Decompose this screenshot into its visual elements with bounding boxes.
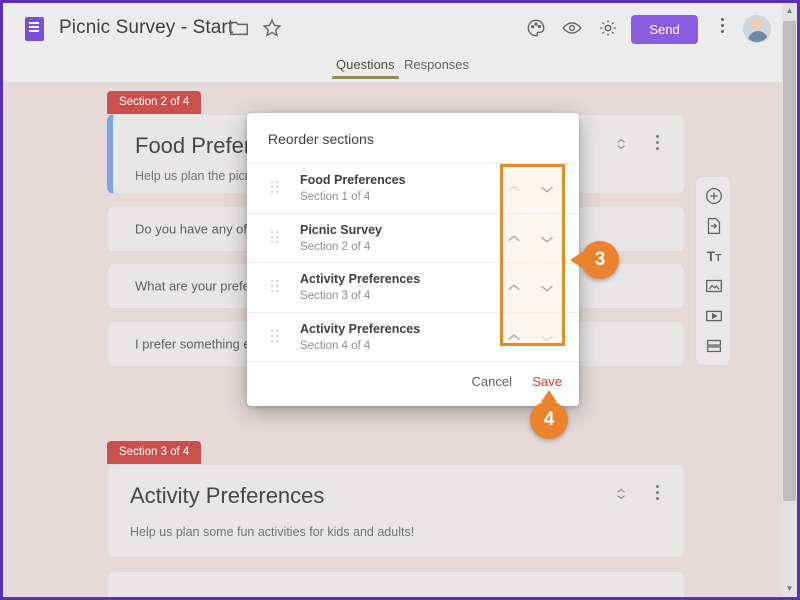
- add-title-icon[interactable]: TT: [703, 245, 725, 267]
- save-button[interactable]: Save: [532, 374, 562, 389]
- move-up-button[interactable]: [503, 228, 525, 250]
- reorder-row-sub: Section 4 of 4: [300, 339, 371, 352]
- star-icon[interactable]: [261, 17, 283, 39]
- question-text: I prefer something e: [135, 336, 251, 352]
- move-down-button[interactable]: [536, 178, 558, 200]
- question-card-partial[interactable]: [107, 571, 685, 597]
- settings-gear-icon[interactable]: [597, 17, 619, 39]
- scrollbar-thumb[interactable]: [783, 21, 796, 501]
- document-title[interactable]: Picnic Survey - Start: [59, 17, 233, 39]
- drag-handle-icon[interactable]: [271, 230, 278, 245]
- reorder-row[interactable]: Food Preferences Section 1 of 4: [247, 163, 579, 213]
- move-down-button[interactable]: [536, 277, 558, 299]
- reorder-row-name: Food Preferences: [300, 173, 406, 187]
- question-text: Do you have any of t: [135, 221, 255, 237]
- section-menu-icon[interactable]: [650, 485, 664, 503]
- section3-card[interactable]: Activity Preferences Help us plan some f…: [107, 464, 685, 558]
- reorder-row[interactable]: Activity Preferences Section 3 of 4: [247, 262, 579, 312]
- collapse-icon[interactable]: [614, 136, 628, 152]
- move-down-button[interactable]: [536, 228, 558, 250]
- dialog-title: Reorder sections: [268, 131, 374, 147]
- add-question-icon[interactable]: [703, 185, 725, 207]
- reorder-list: Food Preferences Section 1 of 4 Picnic S…: [247, 163, 579, 361]
- forms-logo-icon: [25, 17, 44, 41]
- cancel-button[interactable]: Cancel: [472, 374, 512, 389]
- reorder-row[interactable]: Activity Preferences Section 4 of 4: [247, 311, 579, 362]
- drag-handle-icon[interactable]: [271, 329, 278, 344]
- send-button[interactable]: Send: [631, 15, 698, 44]
- move-up-button[interactable]: [503, 327, 525, 349]
- section-menu-icon[interactable]: [650, 135, 664, 153]
- collapse-icon[interactable]: [614, 486, 628, 502]
- move-up-button[interactable]: [503, 178, 525, 200]
- dialog-actions: Cancel Save: [247, 361, 579, 406]
- app-header: Picnic Survey - Start Send: [3, 3, 782, 53]
- move-down-button[interactable]: [536, 327, 558, 349]
- callout-step-3: 3: [570, 241, 619, 279]
- add-video-icon[interactable]: [703, 305, 725, 327]
- reorder-row-name: Activity Preferences: [300, 272, 421, 286]
- add-item-toolbar: TT: [695, 176, 731, 366]
- add-section-icon[interactable]: [703, 335, 725, 357]
- reorder-sections-dialog: Reorder sections Food Preferences Sectio…: [247, 113, 579, 406]
- move-up-button[interactable]: [503, 277, 525, 299]
- section3-title: Activity Preferences: [130, 483, 325, 508]
- callout-step-4: 4: [530, 390, 568, 439]
- drag-handle-icon[interactable]: [271, 280, 278, 294]
- account-avatar[interactable]: [743, 15, 771, 43]
- more-vert-icon[interactable]: [715, 18, 729, 38]
- folder-icon[interactable]: [228, 17, 250, 39]
- reorder-row-sub: Section 1 of 4: [300, 191, 371, 203]
- add-image-icon[interactable]: [703, 275, 725, 297]
- tab-questions[interactable]: Questions: [332, 57, 399, 79]
- question-text: What are your prefer: [135, 278, 255, 294]
- tab-responses[interactable]: Responses: [400, 57, 473, 79]
- preview-eye-icon[interactable]: [561, 17, 583, 39]
- reorder-row-sub: Section 2 of 4: [300, 240, 371, 253]
- browser-window: Picnic Survey - Start Send Questions Res…: [0, 0, 800, 600]
- import-questions-icon[interactable]: [703, 215, 725, 237]
- reorder-row-name: Activity Preferences: [300, 321, 421, 336]
- reorder-row[interactable]: Picnic Survey Section 2 of 4: [247, 212, 579, 263]
- palette-icon[interactable]: [525, 17, 547, 39]
- section3-description: Help us plan some fun activities for kid…: [130, 525, 415, 539]
- reorder-row-sub: Section 3 of 4: [300, 290, 371, 302]
- scroll-down-arrow[interactable]: ▼: [782, 581, 797, 597]
- reorder-row-name: Picnic Survey: [300, 222, 382, 237]
- section-tag-2: Section 2 of 4: [107, 91, 202, 114]
- scroll-up-arrow[interactable]: ▲: [782, 3, 797, 19]
- tab-bar: Questions Responses: [3, 53, 782, 83]
- section-tag-3: Section 3 of 4: [107, 441, 202, 464]
- drag-handle-icon[interactable]: [271, 181, 278, 195]
- vertical-scrollbar[interactable]: ▲ ▼: [782, 3, 797, 597]
